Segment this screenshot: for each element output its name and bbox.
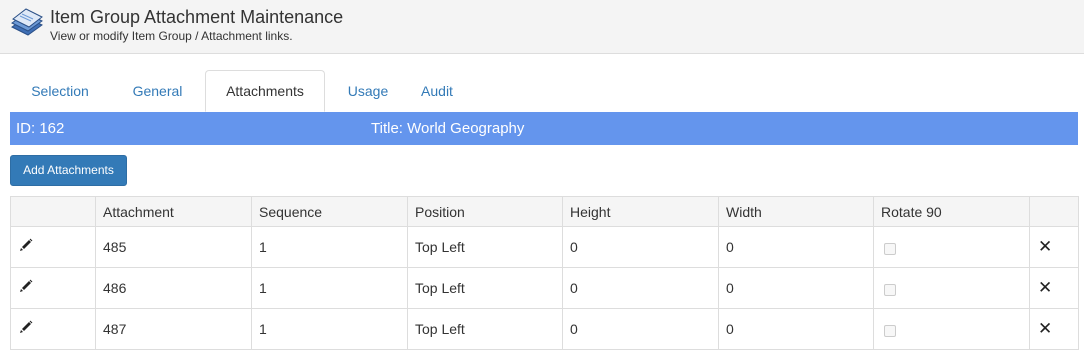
pencil-icon[interactable] (19, 279, 33, 293)
column-header-edit (10, 196, 96, 227)
column-header-width: Width (718, 196, 874, 227)
column-header-height: Height (562, 196, 719, 227)
record-id: ID: 162 (16, 120, 65, 137)
tab-usage[interactable]: Usage (326, 70, 410, 112)
record-title: Title: World Geography (371, 120, 525, 137)
cell-sequence: 1 (251, 226, 408, 268)
cell-height: 0 (562, 226, 719, 268)
document-stack-icon (8, 5, 44, 39)
cell-width: 0 (718, 308, 874, 350)
column-header-sequence: Sequence (251, 196, 408, 227)
cell-sequence: 1 (251, 308, 408, 350)
table-row: 485 1 Top Left 0 0 ✕ (10, 226, 1079, 268)
page-header: Item Group Attachment Maintenance View o… (0, 0, 1084, 54)
page-subtitle: View or modify Item Group / Attachment l… (50, 29, 293, 43)
column-header-attachment: Attachment (95, 196, 252, 227)
cell-height: 0 (562, 308, 719, 350)
pencil-icon[interactable] (19, 320, 33, 334)
column-header-delete (1029, 196, 1079, 227)
tab-general[interactable]: General (110, 70, 205, 112)
pencil-icon[interactable] (19, 238, 33, 252)
close-icon[interactable]: ✕ (1038, 278, 1052, 298)
cell-width: 0 (718, 267, 874, 309)
cell-position: Top Left (407, 267, 563, 309)
cell-sequence: 1 (251, 267, 408, 309)
cell-attachment: 485 (95, 226, 252, 268)
page-title: Item Group Attachment Maintenance (50, 7, 344, 27)
column-header-position: Position (407, 196, 563, 227)
column-header-rotate-90: Rotate 90 (873, 196, 1030, 227)
rotate-90-checkbox[interactable] (884, 284, 896, 297)
record-info-bar: ID: 162 Title: World Geography (10, 112, 1078, 145)
cell-attachment: 487 (95, 308, 252, 350)
tab-selection[interactable]: Selection (10, 70, 110, 112)
tab-attachments[interactable]: Attachments (205, 70, 325, 112)
add-attachments-button[interactable]: Add Attachments (10, 155, 127, 186)
attachments-table: Attachment Sequence Position Height Widt… (10, 196, 1079, 350)
cell-position: Top Left (407, 226, 563, 268)
table-header-row: Attachment Sequence Position Height Widt… (10, 196, 1079, 227)
cell-attachment: 486 (95, 267, 252, 309)
close-icon[interactable]: ✕ (1038, 237, 1052, 257)
table-row: 487 1 Top Left 0 0 ✕ (10, 308, 1079, 350)
cell-height: 0 (562, 267, 719, 309)
rotate-90-checkbox[interactable] (884, 243, 896, 256)
tab-audit[interactable]: Audit (410, 70, 464, 112)
cell-width: 0 (718, 226, 874, 268)
table-row: 486 1 Top Left 0 0 ✕ (10, 267, 1079, 309)
rotate-90-checkbox[interactable] (884, 325, 896, 338)
close-icon[interactable]: ✕ (1038, 319, 1052, 339)
cell-position: Top Left (407, 308, 563, 350)
tab-bar: Selection General Attachments Usage Audi… (10, 70, 1078, 112)
